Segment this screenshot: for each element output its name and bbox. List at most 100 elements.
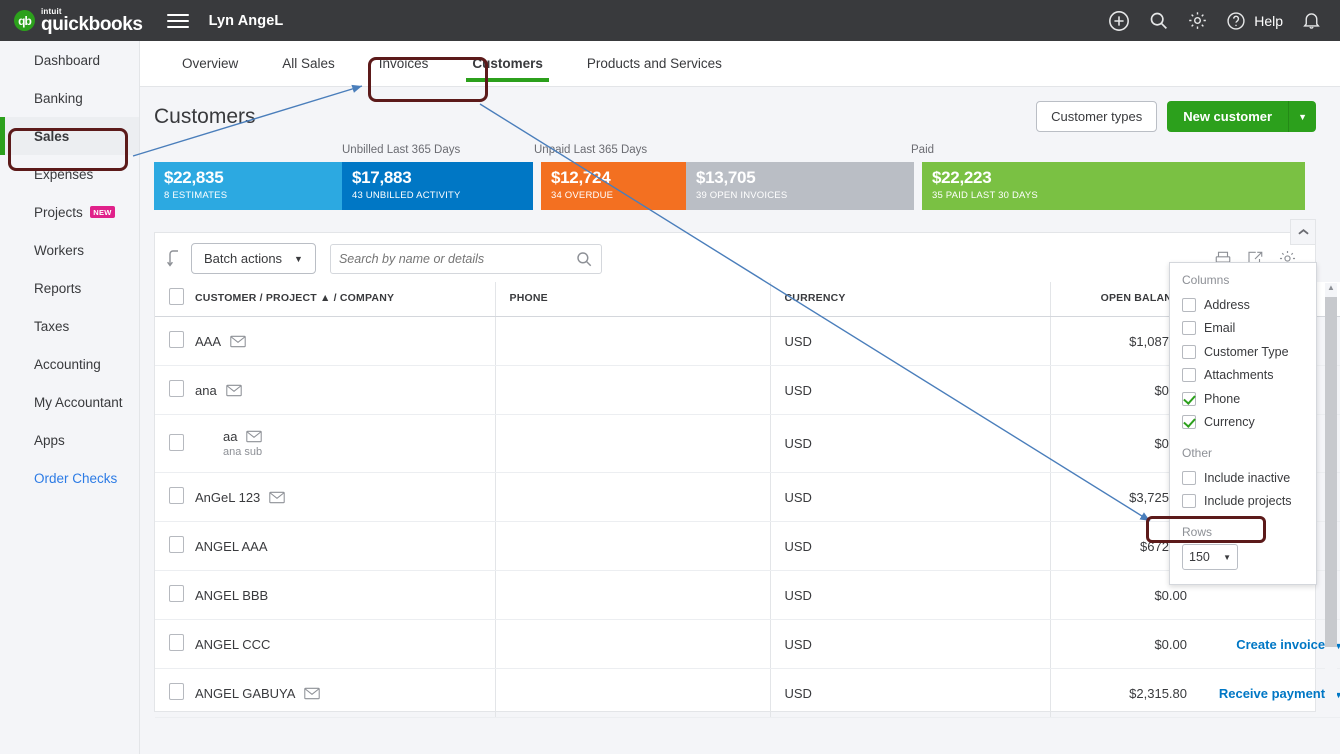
sidebar-item-projects[interactable]: Projects NEW	[0, 193, 139, 231]
option-label: Currency	[1204, 415, 1255, 430]
quickbooks-logo[interactable]: qb intuit quickbooks	[14, 7, 143, 34]
option-checkbox[interactable]	[1182, 494, 1196, 509]
option-checkbox[interactable]	[1182, 297, 1196, 312]
envelope-icon[interactable]	[230, 335, 246, 348]
customer-name-link[interactable]: ANGEL AAA	[195, 539, 268, 554]
scrollbar-up-arrow-icon[interactable]: ▲	[1327, 283, 1335, 292]
row-checkbox[interactable]	[169, 585, 184, 602]
sidebar-item-order-checks[interactable]: Order Checks	[0, 459, 139, 497]
money-bar-segment[interactable]: $17,883 43 UNBILLED ACTIVITY	[342, 162, 533, 210]
row-checkbox[interactable]	[169, 683, 184, 700]
search-input[interactable]	[338, 251, 575, 266]
scrollbar-thumb[interactable]	[1325, 297, 1337, 647]
row-checkbox[interactable]	[169, 634, 184, 651]
tab-customers[interactable]: Customers	[450, 41, 565, 87]
row-checkbox[interactable]	[169, 380, 184, 397]
tab-all-sales[interactable]: All Sales	[260, 41, 357, 87]
sidebar-item-banking[interactable]: Banking	[0, 79, 139, 117]
gear-icon[interactable]	[1187, 10, 1208, 31]
customer-name-link[interactable]: ANGEL GABUYA	[195, 686, 295, 701]
row-checkbox[interactable]	[169, 536, 184, 553]
customer-name-link[interactable]: aa	[223, 429, 237, 444]
row-checkbox[interactable]	[169, 487, 184, 504]
sidebar-item-my-accountant[interactable]: My Accountant	[0, 383, 139, 421]
option-checkbox[interactable]	[1182, 321, 1196, 336]
row-select-cell	[155, 521, 195, 571]
settings-option-address[interactable]: Address	[1182, 293, 1304, 317]
option-label: Address	[1204, 297, 1250, 312]
search-icon[interactable]	[1148, 10, 1169, 31]
plus-icon[interactable]	[1108, 10, 1130, 32]
table-row[interactable]: aaana subUSD$0.00	[155, 414, 1340, 473]
option-checkbox[interactable]	[1182, 344, 1196, 359]
hamburger-menu-icon[interactable]	[166, 13, 189, 28]
settings-option-currency[interactable]: Currency	[1182, 411, 1304, 435]
new-customer-button[interactable]: New customer	[1167, 101, 1289, 132]
option-checkbox[interactable]	[1182, 391, 1196, 406]
new-customer-dropdown-caret-icon[interactable]: ▼	[1288, 101, 1316, 132]
table-row[interactable]: anaUSD$0.00	[155, 365, 1340, 415]
tab-invoices[interactable]: Invoices	[357, 41, 451, 87]
sidebar-item-taxes[interactable]: Taxes	[0, 307, 139, 345]
help-label[interactable]: Help	[1254, 13, 1283, 29]
option-checkbox[interactable]	[1182, 470, 1196, 485]
tab-overview[interactable]: Overview	[160, 41, 260, 87]
customer-name-link[interactable]: ANGEL BBB	[195, 588, 268, 603]
sidebar-item-sales[interactable]: Sales	[0, 117, 139, 155]
select-all-checkbox[interactable]	[169, 288, 184, 305]
sidebar-item-expenses[interactable]: Expenses	[0, 155, 139, 193]
envelope-icon[interactable]	[269, 491, 286, 504]
sort-arrow-icon[interactable]	[167, 249, 183, 269]
money-bar-segment[interactable]: $22,223 35 PAID LAST 30 DAYS	[922, 162, 1305, 210]
column-header-phone[interactable]: PHONE	[494, 282, 770, 317]
money-bar-segment[interactable]: $22,835 8 ESTIMATES	[154, 162, 342, 210]
tab-products-and-services[interactable]: Products and Services	[565, 41, 744, 87]
sidebar-item-dashboard[interactable]: Dashboard	[0, 41, 139, 79]
settings-option-phone[interactable]: Phone	[1182, 387, 1304, 411]
settings-option-email[interactable]: Email	[1182, 317, 1304, 341]
bell-icon[interactable]	[1301, 10, 1322, 31]
customer-name-link[interactable]: ana	[195, 383, 217, 398]
customer-name-link[interactable]: AAA	[195, 334, 221, 349]
option-checkbox[interactable]	[1182, 415, 1196, 430]
envelope-icon[interactable]	[246, 430, 263, 443]
rows-per-page-select[interactable]: 150 ▼	[1182, 544, 1238, 570]
other-heading: Other	[1182, 446, 1213, 460]
settings-option-attachments[interactable]: Attachments	[1182, 364, 1304, 388]
sidebar-item-workers[interactable]: Workers	[0, 231, 139, 269]
help-circle-icon[interactable]	[1226, 11, 1246, 31]
option-checkbox[interactable]	[1182, 368, 1196, 383]
row-action-link[interactable]: Create invoice	[1236, 637, 1325, 652]
settings-option-include-projects[interactable]: Include projects	[1182, 490, 1304, 514]
table-row[interactable]: AAA USD $1,087.50	[155, 316, 1340, 366]
envelope-icon[interactable]	[225, 384, 242, 397]
envelope-icon[interactable]	[304, 687, 321, 700]
row-checkbox[interactable]	[169, 331, 184, 348]
search-icon[interactable]	[575, 250, 593, 268]
settings-option-customer-type[interactable]: Customer Type	[1182, 340, 1304, 364]
search-box[interactable]	[329, 243, 602, 274]
phone-cell	[494, 619, 770, 669]
money-bar-segment[interactable]: $13,705 39 OPEN INVOICES	[686, 162, 914, 210]
sidebar-item-accounting[interactable]: Accounting	[0, 345, 139, 383]
row-select-cell	[155, 316, 195, 366]
customer-types-button[interactable]: Customer types	[1036, 101, 1158, 132]
table-row[interactable]: ANGEL CCC USD $0.00 Create invoice ▼	[155, 619, 1340, 669]
table-row[interactable]: ANGEL GABUYA USD $2,315.80 Receive payment ▼	[155, 668, 1340, 718]
table-row[interactable]: ANGEL AAA USD $672.88	[155, 521, 1340, 571]
row-checkbox[interactable]	[169, 433, 184, 451]
money-bar-segment[interactable]: $12,724 34 OVERDUE	[541, 162, 686, 210]
settings-option-include-inactive[interactable]: Include inactive	[1182, 466, 1304, 490]
batch-actions-button[interactable]: Batch actions ▼	[191, 243, 316, 274]
page-scrollbar[interactable]: ▲	[1325, 283, 1337, 713]
sidebar-item-reports[interactable]: Reports	[0, 269, 139, 307]
table-row[interactable]: ANGEL BBB USD $0.00	[155, 570, 1340, 620]
sidebar-item-apps[interactable]: Apps	[0, 421, 139, 459]
column-header-customer[interactable]: CUSTOMER / PROJECT ▲ / COMPANY	[195, 282, 495, 317]
customer-name-link[interactable]: ANGEL CCC	[195, 637, 270, 652]
column-header-currency[interactable]: CURRENCY	[769, 282, 1050, 317]
customer-name-link[interactable]: AnGeL 123	[195, 490, 260, 505]
row-action-cell: Receive payment ▼	[1195, 668, 1340, 718]
table-row[interactable]: AnGeL 123 USD $3,725.00	[155, 472, 1340, 522]
row-action-link[interactable]: Receive payment	[1219, 686, 1325, 701]
